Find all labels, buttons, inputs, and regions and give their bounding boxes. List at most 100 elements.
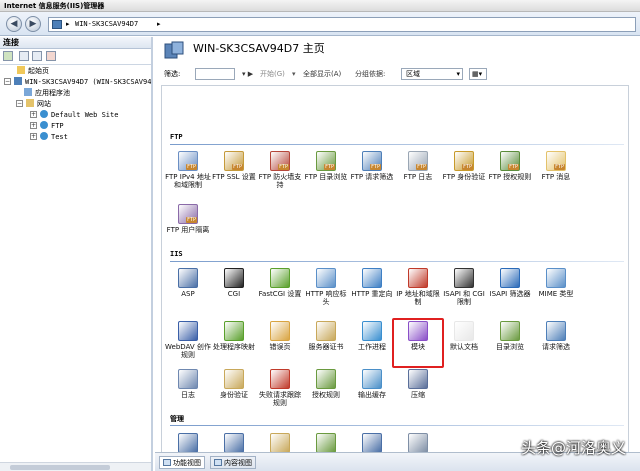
feature-item[interactable]: 压缩 xyxy=(394,369,442,417)
feature-item[interactable]: 请求筛选 xyxy=(532,321,580,369)
feature-item[interactable]: 输出缓存 xyxy=(348,369,396,417)
feature-item[interactable]: 目录浏览 xyxy=(486,321,534,369)
tree-item-server[interactable]: WIN-SK3CSAV94D7 (WIN-SK3CSAV94D7\ xyxy=(14,77,151,87)
feature-item-label: FTP 请求筛选 xyxy=(350,173,394,181)
expand-icon[interactable]: + xyxy=(30,122,37,129)
feature-item-label: 工作进程 xyxy=(358,343,386,351)
tree-item-app-pools[interactable]: 应用程序池 xyxy=(24,88,70,98)
connections-toolbar xyxy=(0,49,151,65)
asp-icon xyxy=(178,268,198,288)
feature-item[interactable]: MIME 类型 xyxy=(532,268,580,316)
title-bar: Internet 信息服务(IIS)管理器 xyxy=(0,0,640,12)
breadcrumb-separator: ▸ xyxy=(66,20,70,28)
feature-item[interactable]: FTP FTP 防火墙支持 xyxy=(256,151,304,199)
expand-icon[interactable]: + xyxy=(30,133,37,140)
features-panel: WIN-SK3CSAV94D7 主页 筛选: ▾ ▶ 开始(G) ▾ 全部显示(… xyxy=(155,37,640,471)
tree-horizontal-scrollbar[interactable] xyxy=(0,462,151,471)
feature-item[interactable]: FTP FTP SSL 设置 xyxy=(210,151,258,199)
feature-item[interactable]: WebDAV 创作规则 xyxy=(164,321,212,369)
go-icon: ▾ ▶ xyxy=(242,70,254,78)
forward-button[interactable]: ▶ xyxy=(25,16,41,32)
content-view-tab[interactable]: 内容视图 xyxy=(210,456,256,469)
feature-item[interactable]: FTP FTP 目录浏览 xyxy=(302,151,350,199)
filter-input[interactable] xyxy=(195,68,235,80)
feature-item[interactable]: 授权规则 xyxy=(302,369,350,417)
request-filtering-icon xyxy=(546,321,566,341)
isapi-cgi-restrict-icon xyxy=(454,268,474,288)
feature-item[interactable]: FTP FTP 请求筛选 xyxy=(348,151,396,199)
view-dropdown[interactable]: ▦▾ xyxy=(469,68,487,80)
connect-icon[interactable] xyxy=(3,51,13,61)
isapi-filter-icon xyxy=(500,268,520,288)
ftp-request-filter-icon: FTP xyxy=(362,151,382,171)
section-header[interactable]: 管理 xyxy=(162,412,628,426)
go-dropdown-icon[interactable]: ▾ xyxy=(292,68,296,81)
save-icon[interactable] xyxy=(19,51,29,61)
feature-item[interactable]: 处理程序映射 xyxy=(210,321,258,369)
page-title: WIN-SK3CSAV94D7 主页 xyxy=(193,42,325,55)
feature-item[interactable]: ISAPI 和 CGI 限制 xyxy=(440,268,488,316)
tree-item-default-web-site[interactable]: Default Web Site xyxy=(40,110,118,120)
feature-item[interactable]: FTP FTP IPv4 地址和域限制 xyxy=(164,151,212,199)
show-all-button[interactable]: 全部显示(A) xyxy=(303,68,341,81)
breadcrumb-server[interactable]: WIN-SK3CSAV94D7 xyxy=(75,18,138,31)
feature-item[interactable]: IP 地址和域限制 xyxy=(394,268,442,316)
feature-item-label: 日志 xyxy=(181,391,195,399)
feature-delegation-icon xyxy=(270,433,290,453)
feature-item[interactable]: HTTP 响应标头 xyxy=(302,268,350,316)
disconnect-icon[interactable] xyxy=(46,51,56,61)
collapse-icon[interactable]: − xyxy=(16,100,23,107)
tree-item-ftp[interactable]: FTP xyxy=(40,121,64,131)
feature-item-label: ISAPI 和 CGI 限制 xyxy=(443,290,485,306)
feature-item[interactable]: 失败请求跟踪规则 xyxy=(256,369,304,417)
logging-icon xyxy=(178,369,198,389)
feature-item[interactable]: 服务器证书 xyxy=(302,321,350,369)
feature-item-label: 默认文档 xyxy=(450,343,478,351)
section-header[interactable]: FTP xyxy=(162,131,628,145)
feature-item[interactable]: 身份验证 xyxy=(210,369,258,417)
feature-item-label: FTP SSL 设置 xyxy=(212,173,256,181)
feature-item[interactable]: ASP xyxy=(164,268,212,316)
features-view-tab[interactable]: 功能视图 xyxy=(159,456,205,469)
group-by-select[interactable]: 区域 ▾ xyxy=(401,68,463,80)
feature-item[interactable]: HTTP 重定向 xyxy=(348,268,396,316)
feature-item[interactable]: FTP FTP 授权规则 xyxy=(486,151,534,199)
feature-item-label: 身份验证 xyxy=(220,391,248,399)
features-content: FTP FTP FTP IPv4 地址和域限制 FTP FTP SSL 设置 FTP FTP… xyxy=(161,85,629,455)
feature-item[interactable]: 工作进程 xyxy=(348,321,396,369)
iis-manager-users-icon xyxy=(224,433,244,453)
tree-item-test[interactable]: Test xyxy=(40,132,68,142)
tree-item-start-page[interactable]: 起始页 xyxy=(17,66,49,76)
feature-item[interactable]: FTP FTP 用户隔离 xyxy=(164,204,212,252)
section-header[interactable]: IIS xyxy=(162,248,628,262)
feature-item[interactable]: CGI xyxy=(210,268,258,316)
feature-item[interactable]: ISAPI 筛选器 xyxy=(486,268,534,316)
feature-item[interactable]: FTP FTP 日志 xyxy=(394,151,442,199)
expand-icon[interactable]: + xyxy=(30,111,37,118)
tree-item-sites[interactable]: 网站 xyxy=(26,99,51,109)
filter-label: 筛选: xyxy=(164,70,181,78)
ftp-log-icon: FTP xyxy=(408,151,428,171)
go-button[interactable]: 开始(G) xyxy=(260,68,285,81)
back-button[interactable]: ◀ xyxy=(6,16,22,32)
failed-request-tracing-icon xyxy=(270,369,290,389)
feature-item[interactable]: 默认文档 xyxy=(440,321,488,369)
feature-item-label: HTTP 重定向 xyxy=(351,290,393,298)
address-bar[interactable]: ▸ WIN-SK3CSAV94D7 ▸ xyxy=(48,17,636,32)
http-response-headers-icon xyxy=(316,268,336,288)
connections-header: 连接 xyxy=(0,37,151,49)
group-by-label: 分组依据: xyxy=(355,70,386,78)
collapse-icon[interactable]: − xyxy=(4,78,11,85)
up-icon[interactable] xyxy=(32,51,42,61)
error-pages-icon xyxy=(270,321,290,341)
feature-item[interactable]: 错误页 xyxy=(256,321,304,369)
breadcrumb-arrow: ▸ xyxy=(157,20,161,28)
feature-item[interactable]: FTP FTP 身份验证 xyxy=(440,151,488,199)
feature-item-label: 输出缓存 xyxy=(358,391,386,399)
configuration-editor-icon xyxy=(408,433,428,453)
feature-item[interactable]: 日志 xyxy=(164,369,212,417)
feature-item[interactable]: FastCGI 设置 xyxy=(256,268,304,316)
output-caching-icon xyxy=(362,369,382,389)
ftp-ip-icon: FTP xyxy=(178,151,198,171)
feature-item[interactable]: FTP FTP 消息 xyxy=(532,151,580,199)
